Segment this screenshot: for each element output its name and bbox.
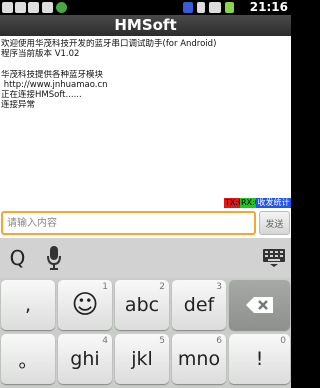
download-icon xyxy=(42,2,53,13)
keyboard-suggestion-bar: Q xyxy=(0,238,291,278)
log-line: 欢迎使用华茂科技开发的蓝牙串口调试助手(for Android) xyxy=(1,39,217,49)
ghi-key[interactable]: ghi 4 xyxy=(58,334,112,384)
app-title: HMSoft xyxy=(0,15,291,36)
wifi-icon xyxy=(209,2,221,13)
battery-icon xyxy=(225,2,234,13)
keyboard-hide-icon[interactable] xyxy=(258,241,289,275)
smiley-icon: ☺ xyxy=(71,290,99,320)
keyboard: Q , ☺ 1 abc 2 def 3 。 ghi 4 jkl 5 mno 6 … xyxy=(0,238,291,388)
emoji-key[interactable]: ☺ 1 xyxy=(58,280,112,330)
microphone-icon[interactable] xyxy=(38,241,69,275)
send-button[interactable]: 发送 xyxy=(259,211,290,235)
search-key[interactable]: Q xyxy=(2,241,33,275)
period-key[interactable]: 。 xyxy=(1,334,55,384)
log-line: 程序当前版本 V1.02 xyxy=(1,49,80,59)
keyboard-keys: , ☺ 1 abc 2 def 3 。 ghi 4 jkl 5 mno 6 ! … xyxy=(0,280,291,388)
log-area: 欢迎使用华茂科技开发的蓝牙串口调试助手(for Android) 程序当前版本 … xyxy=(0,36,291,198)
sd-card-icon xyxy=(15,2,26,13)
status-time: 21:16 xyxy=(249,0,288,14)
jkl-key[interactable]: jkl 5 xyxy=(115,334,169,384)
backspace-key[interactable] xyxy=(229,280,290,330)
comma-key[interactable]: , xyxy=(1,280,55,330)
def-key[interactable]: def 3 xyxy=(172,280,226,330)
android-debug-icon xyxy=(28,2,39,13)
counters-bar: TX:0 RX:0 收发统计 xyxy=(0,198,291,208)
mno-key[interactable]: mno 6 xyxy=(172,334,226,384)
message-input[interactable] xyxy=(1,211,256,235)
usb-icon xyxy=(2,2,13,13)
log-line: 华茂科技提供各种蓝牙模块 xyxy=(1,70,104,80)
app-icon xyxy=(56,2,67,13)
rx-counter: RX:0 xyxy=(240,198,260,208)
bluetooth-icon xyxy=(197,2,205,13)
stats-button[interactable]: 收发统计 xyxy=(256,198,291,208)
log-line: 正在连接HMSoft...... xyxy=(1,90,82,100)
exclamation-key[interactable]: ! 0 xyxy=(229,334,290,384)
signal-icon xyxy=(183,2,193,13)
abc-key[interactable]: abc 2 xyxy=(115,280,169,330)
log-line: http://www.jnhuamao.cn xyxy=(1,80,108,90)
log-line: 连接异常 xyxy=(1,100,36,110)
backspace-icon xyxy=(245,297,273,313)
status-bar: 21:16 xyxy=(0,0,291,15)
tx-counter: TX:0 xyxy=(224,198,244,208)
input-bar: 发送 xyxy=(0,208,291,238)
